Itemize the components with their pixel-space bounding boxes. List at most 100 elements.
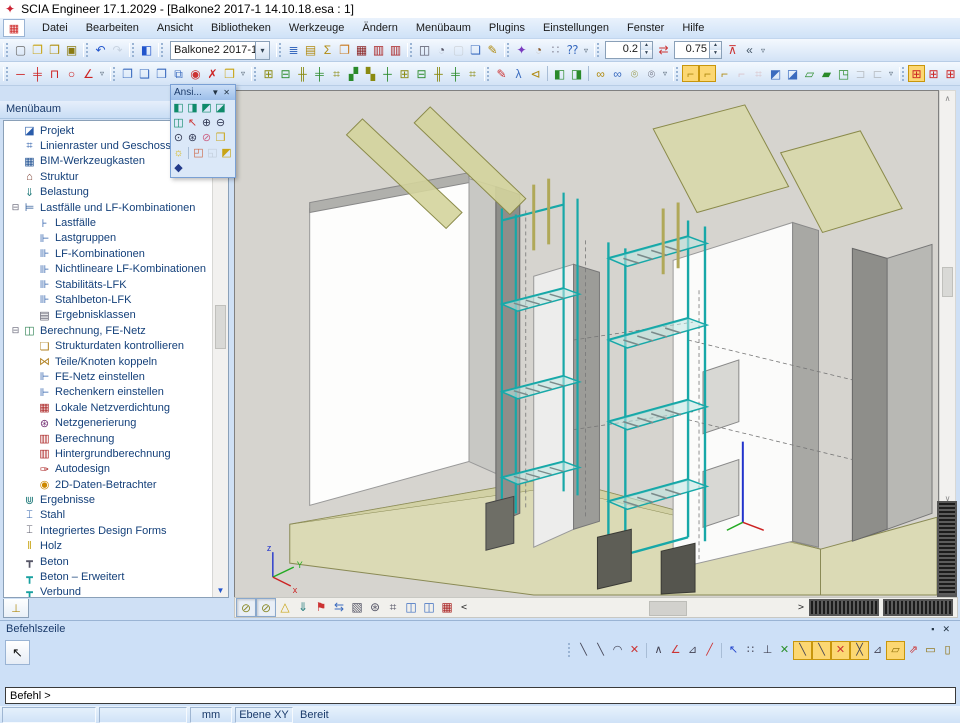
node-tool-icon[interactable]: λ [510, 65, 527, 82]
window-icon[interactable]: ◧ [138, 42, 155, 59]
copy-icon[interactable]: ❐ [119, 65, 136, 82]
array-icon[interactable]: ⧉ [170, 65, 187, 82]
toolbar-icon[interactable]: ⌗ [464, 65, 481, 82]
toolbar-overflow-chevron[interactable]: ▿ [97, 69, 107, 78]
tree-item[interactable]: ⊪Nichtlineare LF-Kombinationen [4, 262, 212, 277]
tree-item[interactable]: ❏Strukturdaten kontrollieren [4, 338, 212, 353]
snap-endpoint-icon[interactable]: ╲ [793, 641, 812, 660]
menu-hilfe[interactable]: Hilfe [673, 20, 713, 36]
tree-item[interactable]: ✑Autodesign [4, 462, 212, 477]
scia-module-icon[interactable]: ▦ [3, 19, 25, 37]
selection-cursor-button[interactable]: ↖ [5, 640, 30, 665]
light-icon[interactable]: ☼ [172, 147, 185, 160]
zoom-window-icon[interactable]: ⊙ [172, 132, 185, 145]
tree-item[interactable]: ⊩Lastgruppen [4, 231, 212, 246]
pin-icon[interactable]: ▪ [927, 624, 938, 634]
menu-bearbeiten[interactable]: Bearbeiten [77, 20, 148, 36]
support-icon[interactable]: ⌐ [682, 65, 699, 82]
pan-left-icon[interactable]: < [456, 602, 472, 613]
surface-toggle-icon[interactable]: ▧ [348, 598, 366, 615]
clipboard-icon[interactable]: ❐ [336, 42, 353, 59]
status-plane[interactable]: Ebene XY [235, 707, 293, 723]
view-back-icon[interactable]: ◨ [186, 102, 199, 115]
new-project-icon[interactable]: ▢ [12, 42, 29, 59]
toolbar-icon[interactable]: ⊞ [925, 65, 942, 82]
tree-item[interactable]: ⊦Lastfälle [4, 215, 212, 230]
camera2-icon[interactable]: ◱ [206, 147, 219, 160]
spinner-field[interactable]: 0.75▲▼ [674, 41, 722, 59]
view-front-icon[interactable]: ◧ [172, 102, 185, 115]
calculator-icon[interactable]: Σ [319, 42, 336, 59]
view-side-icon[interactable]: ◩ [200, 102, 213, 115]
snap-diag-icon[interactable]: ╱ [701, 642, 718, 659]
toolbar-icon[interactable]: ▚ [362, 65, 379, 82]
rotate-vertical-control[interactable] [937, 501, 957, 597]
tree-scrollbar[interactable]: ▲ ▼ [212, 121, 228, 597]
toolbar-icon[interactable]: ▱ [801, 65, 818, 82]
viewport-hscroll-track[interactable] [472, 600, 793, 615]
spinner-field[interactable]: 0.2▲▼ [605, 41, 653, 59]
hatch-icon[interactable]: ⊲ [527, 65, 544, 82]
toolbar-icon[interactable]: ◪ [784, 65, 801, 82]
tree-item[interactable]: ◉2D-Daten-Betrachter [4, 477, 212, 492]
document-icon[interactable]: ▢ [450, 42, 467, 59]
snap-table2-icon[interactable]: ▯ [939, 642, 956, 659]
grid-toggle-icon[interactable]: ⌗ [384, 598, 402, 615]
menu-fenster[interactable]: Fenster [618, 20, 673, 36]
loads-toggle-icon[interactable]: ⇓ [294, 598, 312, 615]
render-solid-icon[interactable]: ⊘ [256, 598, 276, 617]
support-rigid-icon[interactable]: ⌐ [699, 65, 716, 82]
save-icon[interactable]: ▣ [63, 42, 80, 59]
scroll-up-icon[interactable]: ∧ [940, 91, 955, 105]
mesh-toggle-icon[interactable]: ⊛ [366, 598, 384, 615]
snap-grid-icon[interactable]: ∷ [742, 642, 759, 659]
menu-werkzeuge[interactable]: Werkzeuge [280, 20, 353, 36]
tree-item[interactable]: ⋈Teile/Knoten koppeln [4, 354, 212, 369]
line-icon[interactable]: ─ [12, 65, 29, 82]
labels-toggle-icon[interactable]: ⚑ [312, 598, 330, 615]
vscroll-thumb[interactable] [942, 267, 953, 297]
query-icon[interactable]: ⁇ [564, 42, 581, 59]
tree-item[interactable]: ⌶Integriertes Design Forms [4, 523, 212, 538]
layers-icon[interactable]: ≣ [285, 42, 302, 59]
toolbar-overflow-chevron[interactable]: ▿ [758, 46, 768, 55]
snap-table-icon[interactable]: ▭ [922, 642, 939, 659]
palette-title-bar[interactable]: Ansi... ▼ ✕ [171, 85, 235, 100]
toolbar-icon[interactable]: ⊐ [852, 65, 869, 82]
chevron-down-icon[interactable]: ▾ [255, 42, 269, 59]
spinner-buttons[interactable]: ▲▼ [709, 42, 721, 58]
spinner-buttons[interactable]: ▲▼ [640, 42, 652, 58]
rotate-horizontal-control[interactable] [809, 599, 879, 616]
snap-vertex-icon[interactable]: ∧ [650, 642, 667, 659]
command-input[interactable]: Befehl > [5, 687, 956, 704]
zoom-all-icon[interactable]: ⊛ [186, 132, 199, 145]
tree-item[interactable]: ⊩FE-Netz einstellen [4, 369, 212, 384]
angle-icon[interactable]: ∠ [80, 65, 97, 82]
supports-toggle-icon[interactable]: △ [276, 598, 294, 615]
mesh-icon[interactable]: ▦ [353, 42, 370, 59]
beam-icon[interactable]: ╪ [29, 65, 46, 82]
toolbar-overflow-chevron[interactable]: ▿ [238, 69, 248, 78]
scroll-down-icon[interactable]: ▼ [213, 583, 228, 597]
menu-ansicht[interactable]: Ansicht [148, 20, 202, 36]
vscroll-track[interactable] [940, 105, 955, 491]
binocular-icon[interactable]: ⌾ [626, 65, 643, 82]
edit-icon[interactable]: ✎ [493, 65, 510, 82]
menu-datei[interactable]: Datei [33, 20, 77, 36]
toolbar-icon[interactable]: ⊞ [396, 65, 413, 82]
tree-item[interactable]: ┳Beton [4, 554, 212, 569]
toolbar-icon[interactable]: ◳ [835, 65, 852, 82]
snap-perp-icon[interactable]: ⊥ [759, 642, 776, 659]
toolbar-icon[interactable]: ⊏ [869, 65, 886, 82]
display-scale-icon[interactable]: ⊼ [724, 42, 741, 59]
snap-plane-icon[interactable]: ▱ [886, 641, 905, 660]
zoom-in-icon[interactable]: ⊕ [200, 117, 213, 130]
binocular2-icon[interactable]: ⌾ [643, 65, 660, 82]
camera-icon[interactable]: ◰ [192, 147, 205, 160]
document-open-icon[interactable]: ❏ [467, 42, 484, 59]
snap-triangle-icon[interactable]: ⊿ [684, 642, 701, 659]
grid-snap-icon[interactable]: ∷ [547, 42, 564, 59]
import-icon[interactable]: ❒ [46, 42, 63, 59]
table-edit-icon[interactable]: ▥ [387, 42, 404, 59]
model-canvas[interactable]: z Y x [234, 90, 939, 598]
